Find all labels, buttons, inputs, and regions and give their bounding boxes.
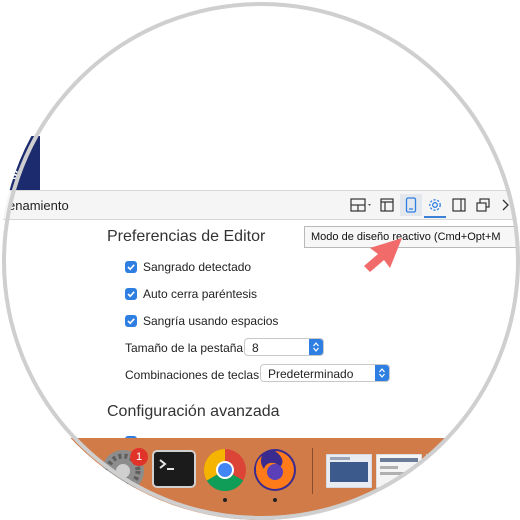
settings-button[interactable] — [424, 194, 446, 218]
devtools-toolbar: enamiento — [0, 190, 520, 220]
responsive-mode-icon — [405, 197, 417, 213]
checkbox-icon — [125, 288, 137, 300]
keybindings-label: Combinaciones de teclas — [125, 368, 260, 382]
gear-icon — [429, 199, 441, 211]
window-thumbnail-3-icon — [425, 453, 467, 489]
circular-crop: s enamiento Modo de diseño reactivo (Cmd… — [0, 0, 520, 520]
advanced-settings-title: Configuración avanzada — [107, 403, 280, 420]
brand-banner: s — [0, 136, 40, 190]
select-arrows-icon — [309, 339, 323, 355]
windows-icon — [476, 198, 490, 212]
dock-window-thumbnail-3[interactable] — [425, 453, 467, 489]
chevron-right-icon — [502, 199, 509, 211]
dock-item-chrome[interactable] — [202, 447, 248, 493]
sidebar-button[interactable] — [448, 194, 470, 216]
tab-size-select[interactable]: 8 — [244, 338, 324, 356]
keybindings-select[interactable]: Predeterminado — [260, 364, 390, 382]
brand-text: s — [10, 166, 19, 183]
select-arrows-icon — [375, 365, 389, 381]
split-layout-button[interactable] — [348, 194, 376, 216]
window-thumbnail-2 — [375, 453, 423, 489]
responsive-mode-tooltip: Modo de diseño reactivo (Cmd+Opt+M — [304, 226, 520, 248]
terminal-icon — [152, 450, 196, 488]
window-thumbnail-1 — [325, 453, 373, 489]
separate-window-button[interactable] — [472, 194, 494, 216]
dock-window-thumbnail-2[interactable] — [375, 453, 423, 489]
dock-item-system-preferences[interactable]: 1 — [100, 448, 148, 494]
tab-size-value: 8 — [252, 341, 259, 355]
dock-item-terminal[interactable] — [152, 450, 196, 488]
sidebar-icon — [452, 198, 466, 212]
chrome-icon — [203, 449, 246, 492]
checkbox-label: Sangría usando espacios — [143, 314, 279, 328]
checkbox-label: Auto cerra paréntesis — [143, 287, 258, 301]
firefox-icon — [254, 449, 296, 491]
responsive-mode-button[interactable] — [400, 194, 422, 216]
running-indicator — [223, 498, 227, 502]
checkbox-icon — [125, 261, 137, 273]
split-layout-icon — [350, 198, 371, 212]
tab-size-label: Tamaño de la pestaña — [125, 341, 244, 355]
keybindings-value: Predeterminado — [268, 367, 354, 381]
toolbar-title: enamiento — [8, 198, 69, 213]
dock-separator — [312, 448, 313, 494]
panel-button[interactable] — [376, 194, 398, 216]
checkbox-label: Sangrado detectado — [143, 260, 252, 274]
checkbox-icon — [125, 315, 137, 327]
dock-window-thumbnail-1[interactable] — [325, 453, 373, 489]
dock-item-firefox[interactable] — [252, 447, 298, 493]
panel-left-icon — [380, 198, 394, 212]
annotation-arrow-icon — [364, 238, 402, 272]
running-indicator — [273, 498, 277, 502]
editor-prefs-title: Preferencias de Editor — [107, 228, 266, 245]
checkbox-auto-close-brackets[interactable]: Auto cerra paréntesis — [125, 287, 257, 301]
notification-badge: 1 — [130, 448, 148, 466]
checkbox-indent-detected[interactable]: Sangrado detectado — [125, 260, 251, 274]
more-button[interactable] — [496, 194, 514, 216]
checkbox-indent-with-spaces[interactable]: Sangría usando espacios — [125, 314, 278, 328]
